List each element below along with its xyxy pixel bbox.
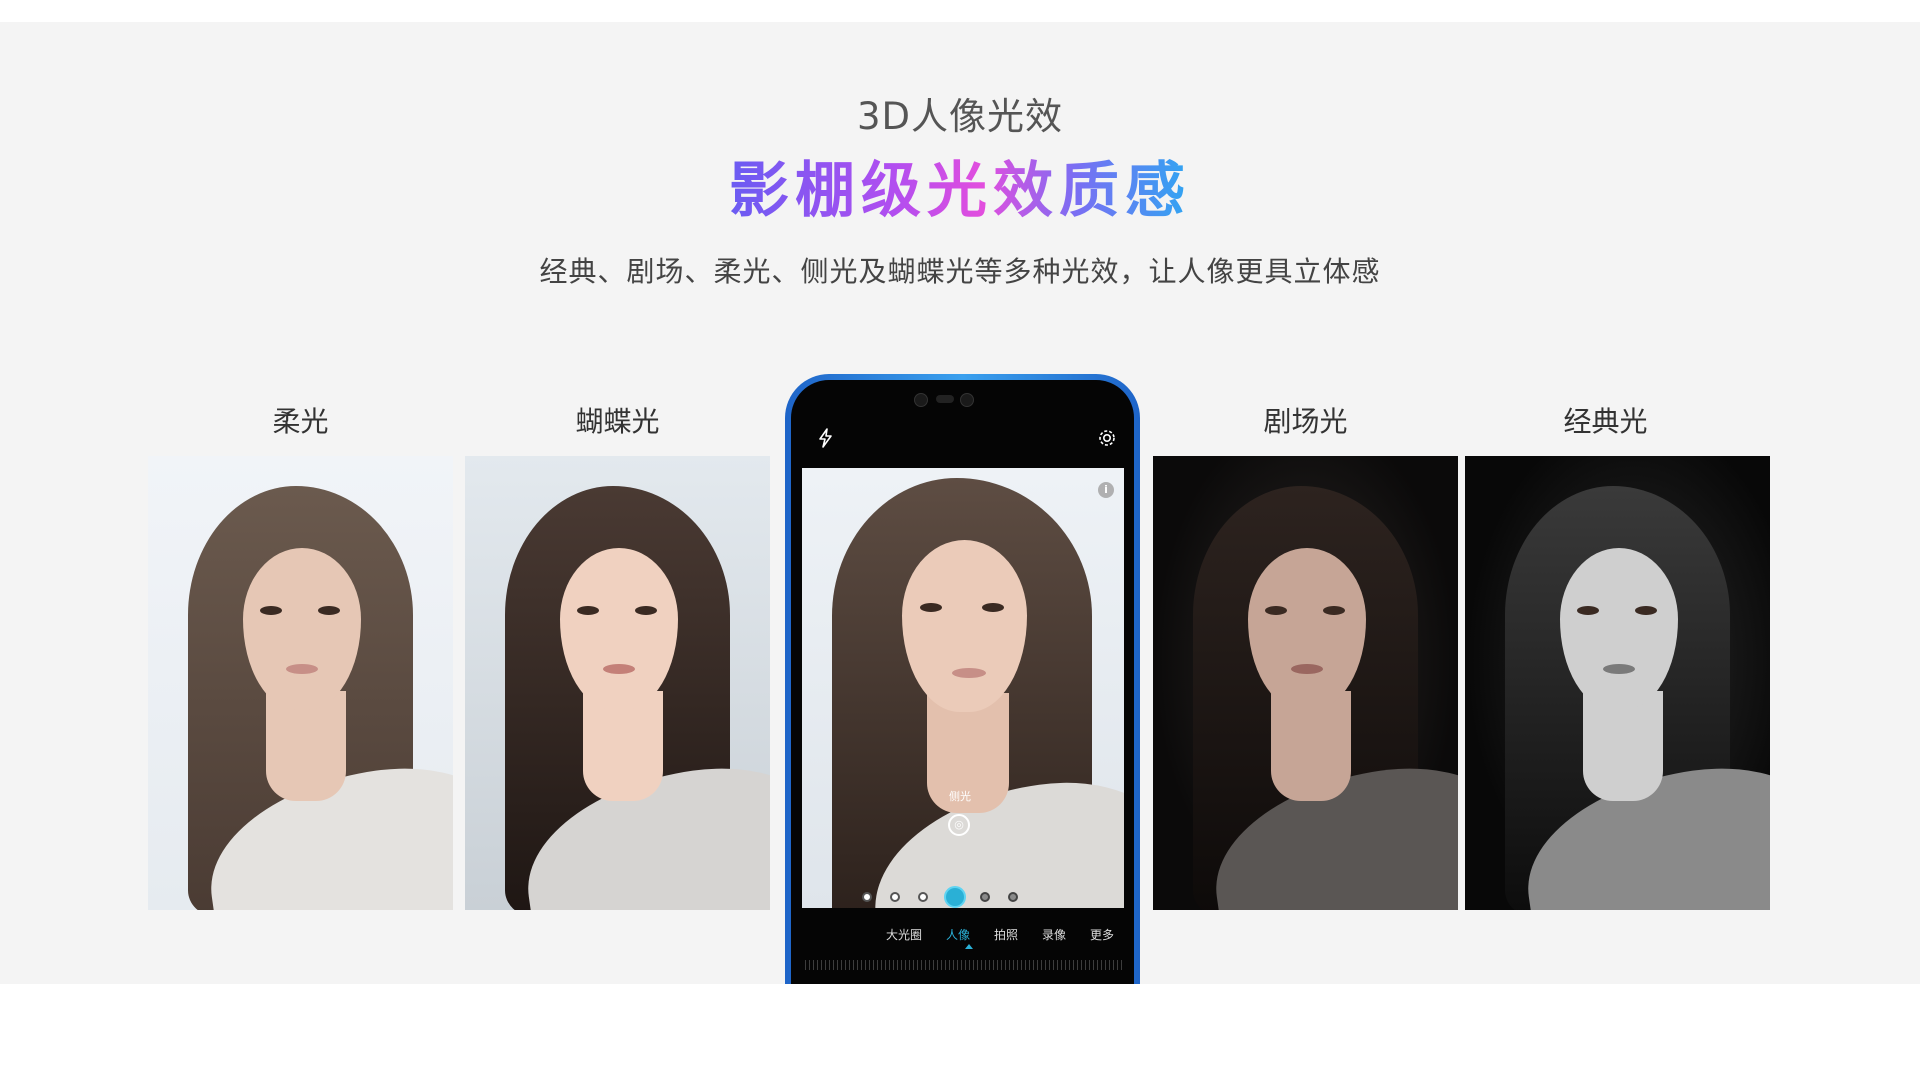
phone-notch [914,390,974,408]
feature-panel: 3D人像光效 影棚级光效质感 经典、剧场、柔光、侧光及蝴蝶光等多种光效，让人像更… [0,22,1920,984]
phone-screen: i 侧光 ◎ 大光圈 人像 拍照 录像 更多 [791,380,1134,984]
photo-theater-light [1153,456,1458,910]
caption-classic-light: 经典光 [1563,405,1648,438]
mode-video[interactable]: 录像 [1042,926,1066,943]
mode-photo[interactable]: 拍照 [994,926,1018,943]
camera-mode-bar: 大光圈 人像 拍照 录像 更多 [886,926,1134,946]
zoom-scale[interactable] [805,960,1123,970]
photo-butterfly-light [465,456,770,910]
section-headline: 影棚级光效质感 [0,142,1920,229]
effect-dot-selected[interactable] [944,886,966,908]
mode-portrait[interactable]: 人像 [946,926,970,943]
flash-auto-icon[interactable] [817,428,835,453]
section-eyebrow: 3D人像光效 [856,95,1064,138]
light-effect-slider[interactable] [862,886,1062,908]
mode-aperture[interactable]: 大光圈 [886,926,922,943]
phone-mockup: i 侧光 ◎ 大光圈 人像 拍照 录像 更多 [785,374,1140,984]
light-effect-label: 侧光 [949,790,971,803]
effect-dot[interactable] [862,892,872,902]
light-effect-icon[interactable]: ◎ [948,814,970,836]
info-icon[interactable]: i [1098,482,1114,498]
settings-gear-icon[interactable] [1097,428,1117,453]
caption-butterfly-light: 蝴蝶光 [575,405,660,438]
effect-dot[interactable] [1008,892,1018,902]
effect-dot[interactable] [918,892,928,902]
mode-more[interactable]: 更多 [1090,926,1114,943]
camera-viewfinder[interactable]: i 侧光 ◎ [802,468,1124,908]
caption-soft-light: 柔光 [272,405,329,438]
section-description: 经典、剧场、柔光、侧光及蝴蝶光等多种光效，让人像更具立体感 [539,255,1381,288]
effect-dot[interactable] [890,892,900,902]
effect-dot[interactable] [980,892,990,902]
photo-soft-light [148,456,453,910]
active-mode-indicator [965,944,973,949]
headline-text: 影棚级光效质感 [729,156,1191,226]
photo-classic-light [1465,456,1770,910]
caption-theater-light: 剧场光 [1263,405,1348,438]
